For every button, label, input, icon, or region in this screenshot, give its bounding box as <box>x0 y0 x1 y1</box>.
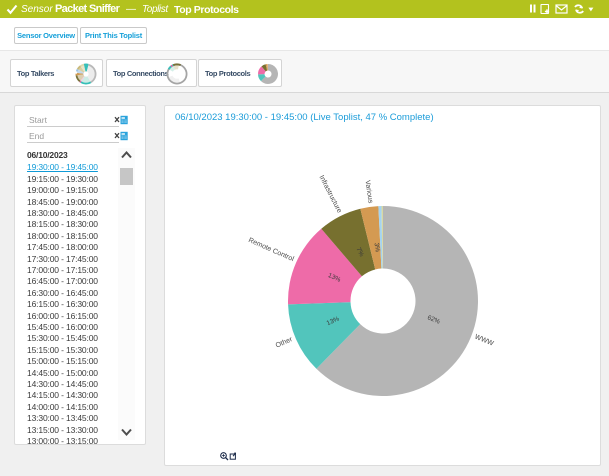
svg-text:Remote Control: Remote Control <box>247 237 295 263</box>
svg-text:Various: Various <box>363 180 373 204</box>
svg-text:3%: 3% <box>373 242 381 253</box>
svg-text:WWW: WWW <box>473 334 494 348</box>
svg-text:Other: Other <box>275 336 294 350</box>
svg-text:Infrastructure: Infrastructure <box>318 174 343 214</box>
